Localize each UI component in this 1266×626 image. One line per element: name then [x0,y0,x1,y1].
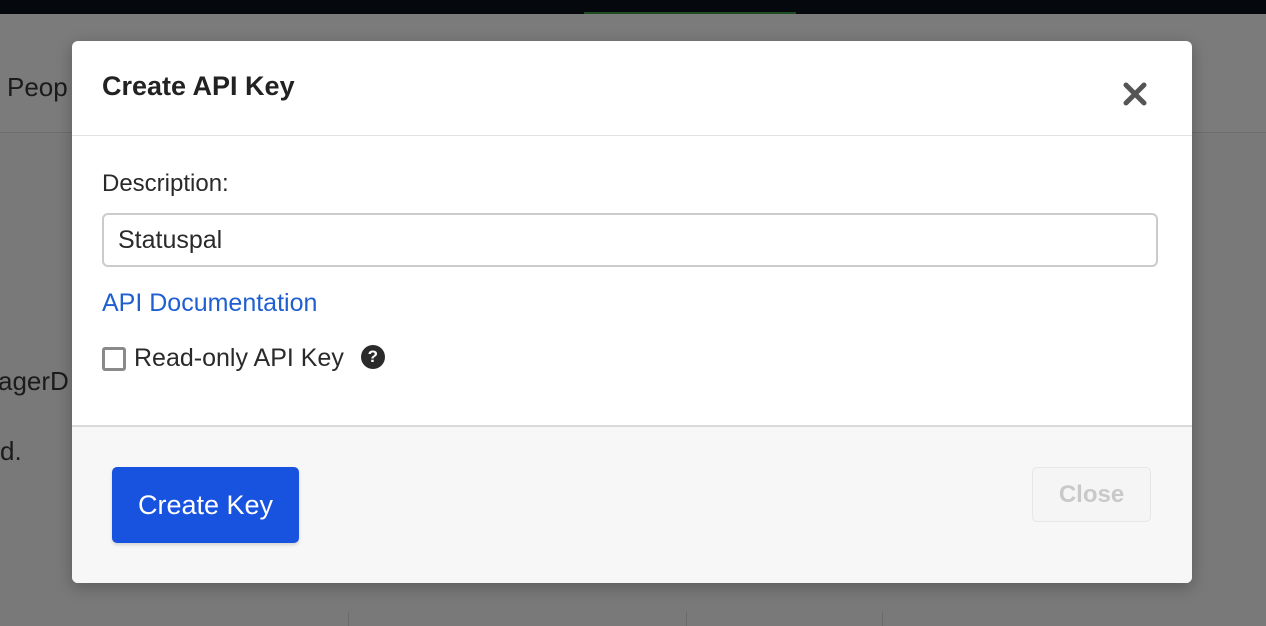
background-divider [348,612,349,626]
dialog-footer: Create Key Close [72,425,1192,583]
dialog-header: Create API Key [72,41,1192,136]
create-key-button[interactable]: Create Key [112,467,299,543]
page: Peop agerD d. Create API Key Description… [0,0,1266,626]
close-icon[interactable] [1122,81,1148,107]
background-divider [882,612,883,626]
read-only-option: Read-only API Key ? [102,341,385,375]
dialog-body: Description: API Documentation Read-only… [72,136,1192,425]
background-text-fragment: d. [0,436,22,466]
read-only-label[interactable]: Read-only API Key [134,344,344,373]
description-input[interactable] [102,213,1158,267]
background-divider [686,612,687,626]
read-only-checkbox[interactable] [102,347,126,371]
question-circle-icon[interactable]: ? [360,345,385,369]
dialog-title: Create API Key [102,71,295,101]
api-documentation-link[interactable]: API Documentation [102,289,317,318]
background-nav-text: Peop [7,72,68,102]
description-label: Description: [102,170,229,197]
create-api-key-dialog: Create API Key Description: API Document… [72,41,1192,583]
close-button[interactable]: Close [1032,467,1151,522]
background-text-fragment: agerD [0,366,69,396]
